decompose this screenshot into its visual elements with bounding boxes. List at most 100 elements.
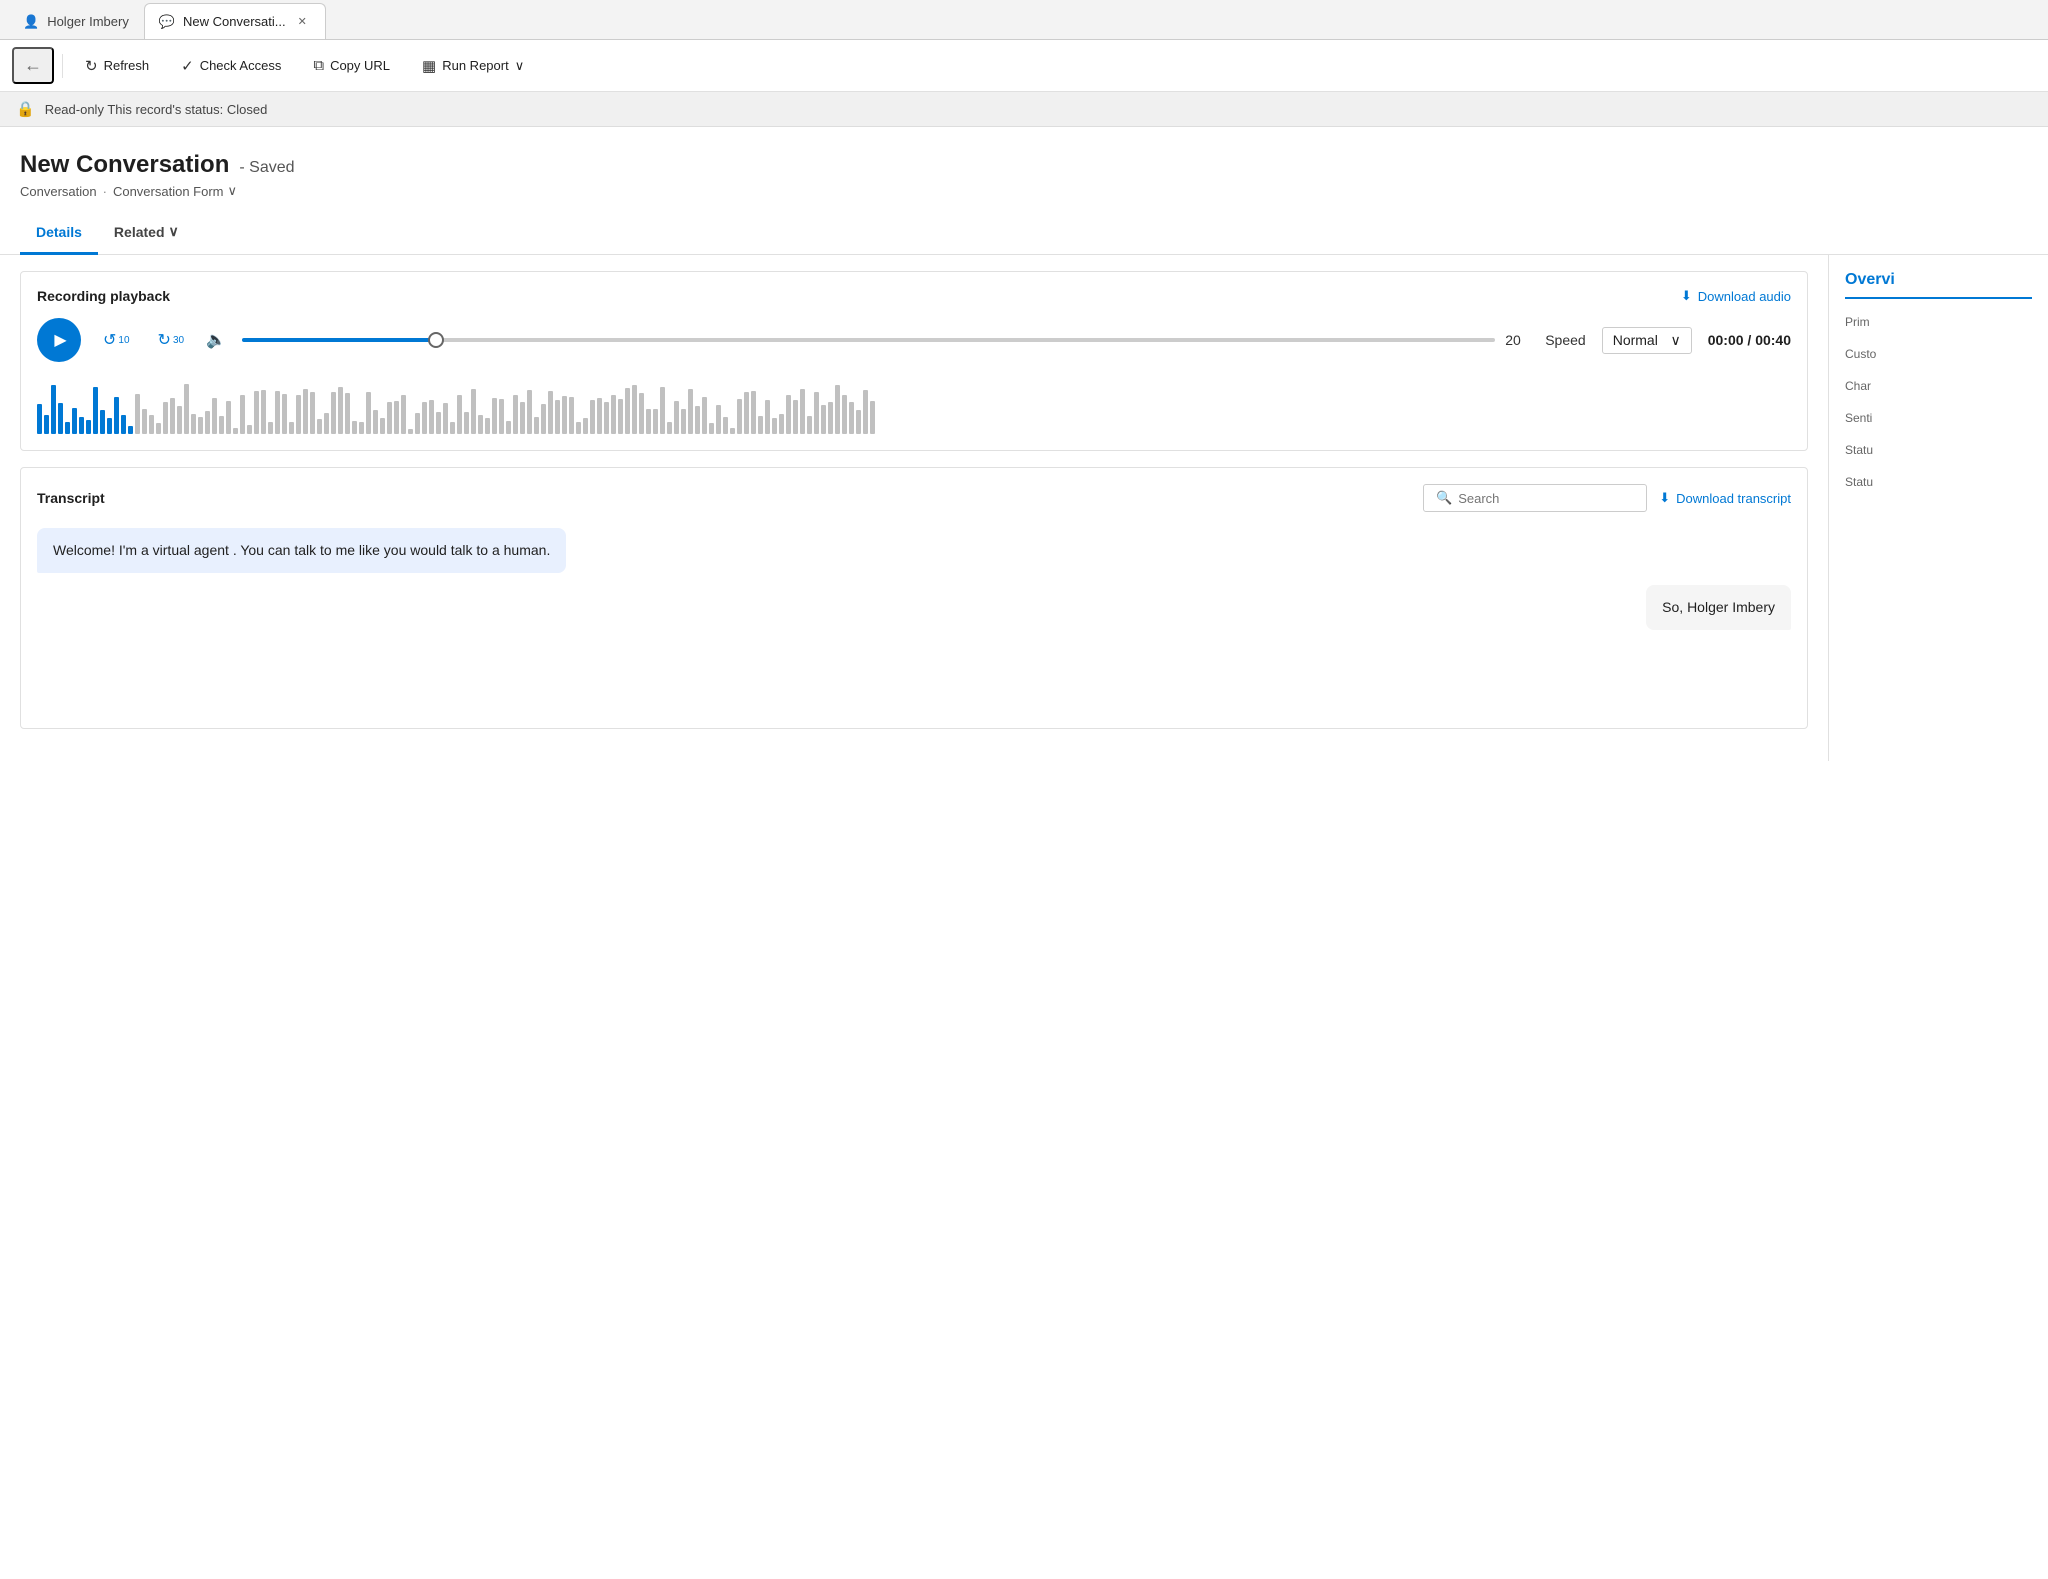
tab-conversation-label: New Conversati...	[183, 14, 286, 29]
waveform-bar	[569, 397, 574, 434]
transcript-search-box[interactable]: 🔍	[1423, 484, 1647, 512]
waveform-bar	[632, 385, 637, 434]
waveform-bar	[331, 392, 336, 434]
waveform-bar	[324, 413, 329, 434]
rewind-10-button[interactable]: ↺ 10	[97, 326, 136, 354]
waveform-bar	[247, 425, 252, 434]
waveform-bar	[415, 413, 420, 434]
waveform-bar	[457, 395, 462, 434]
refresh-label: Refresh	[104, 58, 150, 73]
breadcrumb-chevron-icon: ∨	[228, 183, 238, 199]
waveform-bar	[828, 402, 833, 434]
waveform-bar	[142, 409, 147, 434]
tab-conversation[interactable]: 💬 New Conversati... ✕	[144, 3, 326, 39]
waveform-bar	[401, 395, 406, 434]
bot-message-bubble: Welcome! I'm a virtual agent . You can t…	[37, 528, 566, 573]
transcript-header: Transcript 🔍 ⬇ Download transcript	[37, 484, 1791, 512]
waveform-bar	[443, 403, 448, 434]
check-access-icon: ✓	[181, 57, 194, 75]
seek-container: 20	[242, 332, 1529, 348]
waveform-bar	[709, 423, 714, 434]
waveform-bar	[660, 387, 665, 434]
waveform-bar	[786, 395, 791, 434]
waveform-bar	[597, 398, 602, 434]
tab-related-chevron-icon: ∨	[169, 223, 179, 240]
page-header: New Conversation - Saved Conversation · …	[0, 127, 2048, 211]
check-access-button[interactable]: ✓ Check Access	[167, 51, 295, 81]
waveform-bar	[310, 392, 315, 434]
waveform-bar	[177, 406, 182, 434]
copy-url-button[interactable]: ⧉ Copy URL	[299, 51, 404, 80]
waveform-bar	[394, 401, 399, 434]
volume-button[interactable]: 🔈	[206, 330, 226, 350]
readonly-banner: 🔒 Read-only This record's status: Closed	[0, 92, 2048, 127]
toolbar: ← ↻ Refresh ✓ Check Access ⧉ Copy URL ▦ …	[0, 40, 2048, 92]
run-report-button[interactable]: ▦ Run Report ∨	[408, 51, 538, 81]
recording-playback-card: Recording playback ⬇ Download audio ▶ ↺ …	[20, 271, 1808, 451]
recording-playback-header: Recording playback ⬇ Download audio	[37, 288, 1791, 304]
recording-playback-title: Recording playback	[37, 288, 170, 304]
tab-details[interactable]: Details	[20, 212, 98, 255]
tab-related[interactable]: Related ∨	[98, 211, 195, 255]
waveform-bar	[156, 423, 161, 434]
overview-label-prim: Prim	[1845, 315, 2032, 329]
waveform-bar	[422, 402, 427, 434]
waveform-bar	[163, 402, 168, 434]
overview-field-statu2: Statu	[1845, 475, 2032, 489]
tab-holger[interactable]: 👤 Holger Imbery	[8, 3, 144, 39]
waveform-bar	[611, 395, 616, 434]
bot-message-text: Welcome! I'm a virtual agent . You can t…	[53, 542, 550, 558]
speed-dropdown[interactable]: Normal ∨	[1602, 327, 1692, 354]
breadcrumb-form-label: Conversation Form	[113, 184, 224, 199]
waveform-bar	[275, 391, 280, 434]
waveform-bar	[205, 411, 210, 434]
waveform-bar	[765, 400, 770, 434]
waveform-bar	[436, 412, 441, 434]
overview-label-statu2: Statu	[1845, 475, 2032, 489]
waveform-bar	[65, 422, 70, 434]
waveform-bar	[366, 392, 371, 434]
download-audio-link[interactable]: ⬇ Download audio	[1681, 288, 1791, 304]
waveform	[37, 374, 1791, 434]
waveform-bar	[625, 388, 630, 434]
waveform-bar	[184, 384, 189, 434]
rewind-arrow-icon: ↺	[103, 330, 116, 350]
play-button[interactable]: ▶	[37, 318, 81, 362]
waveform-bar	[870, 401, 875, 434]
user-message-text: So, Holger Imbery	[1662, 599, 1775, 615]
breadcrumb-dot: ·	[103, 184, 107, 199]
tab-details-label: Details	[36, 224, 82, 240]
download-transcript-link[interactable]: ⬇ Download transcript	[1659, 490, 1791, 506]
waveform-bar	[219, 416, 224, 434]
forward-30-button[interactable]: ↻ 30	[152, 326, 191, 354]
left-panel: Recording playback ⬇ Download audio ▶ ↺ …	[0, 255, 1828, 761]
transcript-search-input[interactable]	[1458, 491, 1634, 506]
waveform-bar	[471, 389, 476, 434]
speed-label: Speed	[1545, 332, 1585, 348]
overview-field-senti: Senti	[1845, 411, 2032, 425]
waveform-bar	[149, 415, 154, 434]
waveform-bar	[576, 422, 581, 435]
seek-slider[interactable]	[242, 338, 1495, 342]
time-display: 00:00 / 00:40	[1708, 332, 1791, 348]
waveform-bar	[226, 401, 231, 434]
waveform-bar	[744, 392, 749, 434]
waveform-bar	[653, 409, 658, 434]
waveform-bar	[541, 404, 546, 434]
overview-field-char: Char	[1845, 379, 2032, 393]
waveform-bar	[380, 418, 385, 434]
waveform-bar	[100, 410, 105, 434]
waveform-bar	[527, 390, 532, 434]
waveform-bar	[296, 395, 301, 434]
waveform-bar	[114, 397, 119, 434]
user-message-bubble: So, Holger Imbery	[1646, 585, 1791, 630]
back-button[interactable]: ←	[12, 47, 54, 84]
waveform-bar	[842, 395, 847, 434]
waveform-bar	[520, 402, 525, 434]
breadcrumb-form[interactable]: Conversation Form ∨	[113, 183, 237, 199]
waveform-bar	[261, 390, 266, 434]
refresh-button[interactable]: ↻ Refresh	[71, 51, 163, 81]
current-time: 00:00	[1708, 332, 1744, 348]
tab-close-button[interactable]: ✕	[294, 13, 311, 30]
waveform-bar	[44, 415, 49, 434]
